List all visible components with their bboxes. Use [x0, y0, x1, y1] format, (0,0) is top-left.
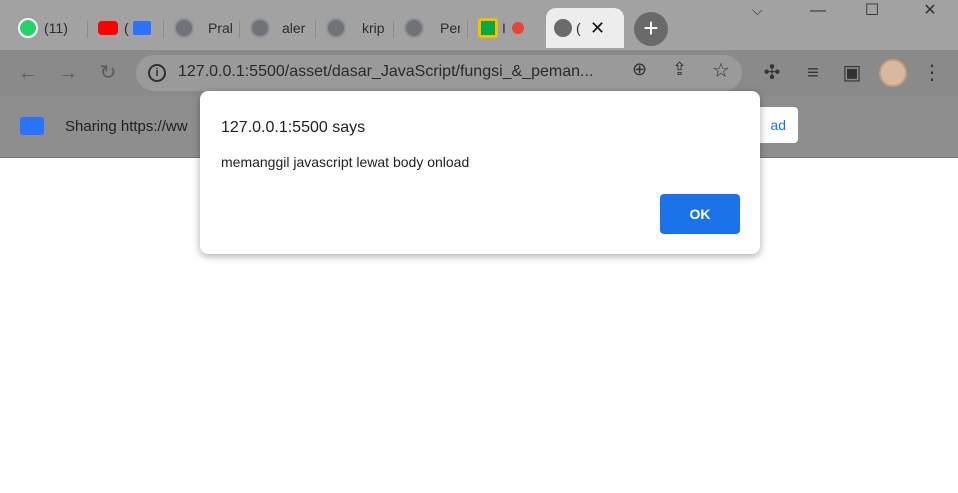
tab-youtube[interactable]: ( — [90, 8, 164, 48]
meet-icon — [478, 18, 498, 38]
tab-label: Pem — [440, 20, 460, 36]
globe-icon — [250, 18, 270, 38]
zoom-icon[interactable]: ⊕ — [632, 59, 647, 80]
forward-icon[interactable]: → — [53, 58, 83, 88]
tab-label: krip — [362, 20, 385, 36]
bookmark-star-icon[interactable]: ☆ — [712, 58, 730, 83]
media-control-icon[interactable]: ≡ — [798, 58, 828, 88]
tab-krip[interactable]: krip — [318, 8, 394, 48]
tab-label: ( — [576, 20, 581, 36]
toolbar: ← → ↻ i 127.0.0.1:5500/asset/dasar_JavaS… — [0, 50, 958, 96]
close-tab-icon[interactable]: ✕ — [590, 18, 605, 39]
whatsapp-icon — [18, 18, 38, 38]
globe-icon — [404, 18, 424, 38]
menu-icon[interactable]: ⋮ — [917, 58, 947, 88]
sharing-text: Sharing https://ww — [65, 118, 188, 135]
side-panel-icon[interactable]: ▣ — [837, 58, 867, 88]
tab-prak[interactable]: Prak — [166, 8, 240, 48]
recording-icon — [511, 22, 524, 34]
tab-active[interactable]: ( ✕ — [546, 8, 624, 48]
tab-strip: (11) ( Prak aler krip Pem — [0, 0, 958, 50]
tab-label: I — [502, 20, 506, 36]
reload-icon[interactable]: ↻ — [93, 58, 123, 88]
tab-meet[interactable]: I — [470, 8, 544, 48]
site-info-icon[interactable]: i — [148, 64, 166, 82]
dialog-message: memanggil javascript lewat body onload — [221, 154, 470, 170]
screen-share-icon — [20, 117, 44, 135]
alert-dialog: 127.0.0.1:5500 says memanggil javascript… — [200, 91, 760, 254]
back-icon[interactable]: ← — [13, 58, 43, 88]
tab-search-icon[interactable]: ⌵ — [752, 2, 763, 19]
tab-aler[interactable]: aler — [242, 8, 316, 48]
minimize-button[interactable]: — — [798, 0, 838, 24]
address-bar[interactable]: i 127.0.0.1:5500/asset/dasar_JavaScript/… — [136, 55, 742, 91]
tab-pem[interactable]: Pem — [396, 8, 468, 48]
tab-label: Prak — [208, 20, 232, 36]
tab-label: aler — [282, 20, 306, 36]
share-icon[interactable]: ⇪ — [672, 59, 687, 80]
globe-icon — [326, 18, 346, 38]
ok-button[interactable]: OK — [660, 194, 740, 234]
dialog-title: 127.0.0.1:5500 says — [221, 119, 366, 136]
tab-label: ( — [124, 20, 129, 36]
youtube-icon — [98, 21, 118, 35]
new-tab-button[interactable]: + — [634, 12, 668, 46]
tab-label: (11) — [44, 20, 68, 36]
cast-icon — [132, 21, 151, 35]
profile-avatar[interactable] — [879, 59, 907, 87]
browser-window: (11) ( Prak aler krip Pem — [0, 0, 958, 493]
tab-whatsapp[interactable]: (11) — [10, 8, 88, 48]
globe-icon — [174, 18, 194, 38]
extensions-icon[interactable]: ✣ — [757, 58, 787, 88]
maximize-button[interactable]: ☐ — [852, 0, 892, 24]
url-text: 127.0.0.1:5500/asset/dasar_JavaScript/fu… — [178, 63, 594, 80]
close-window-button[interactable]: ✕ — [910, 0, 950, 24]
globe-icon — [554, 19, 572, 37]
